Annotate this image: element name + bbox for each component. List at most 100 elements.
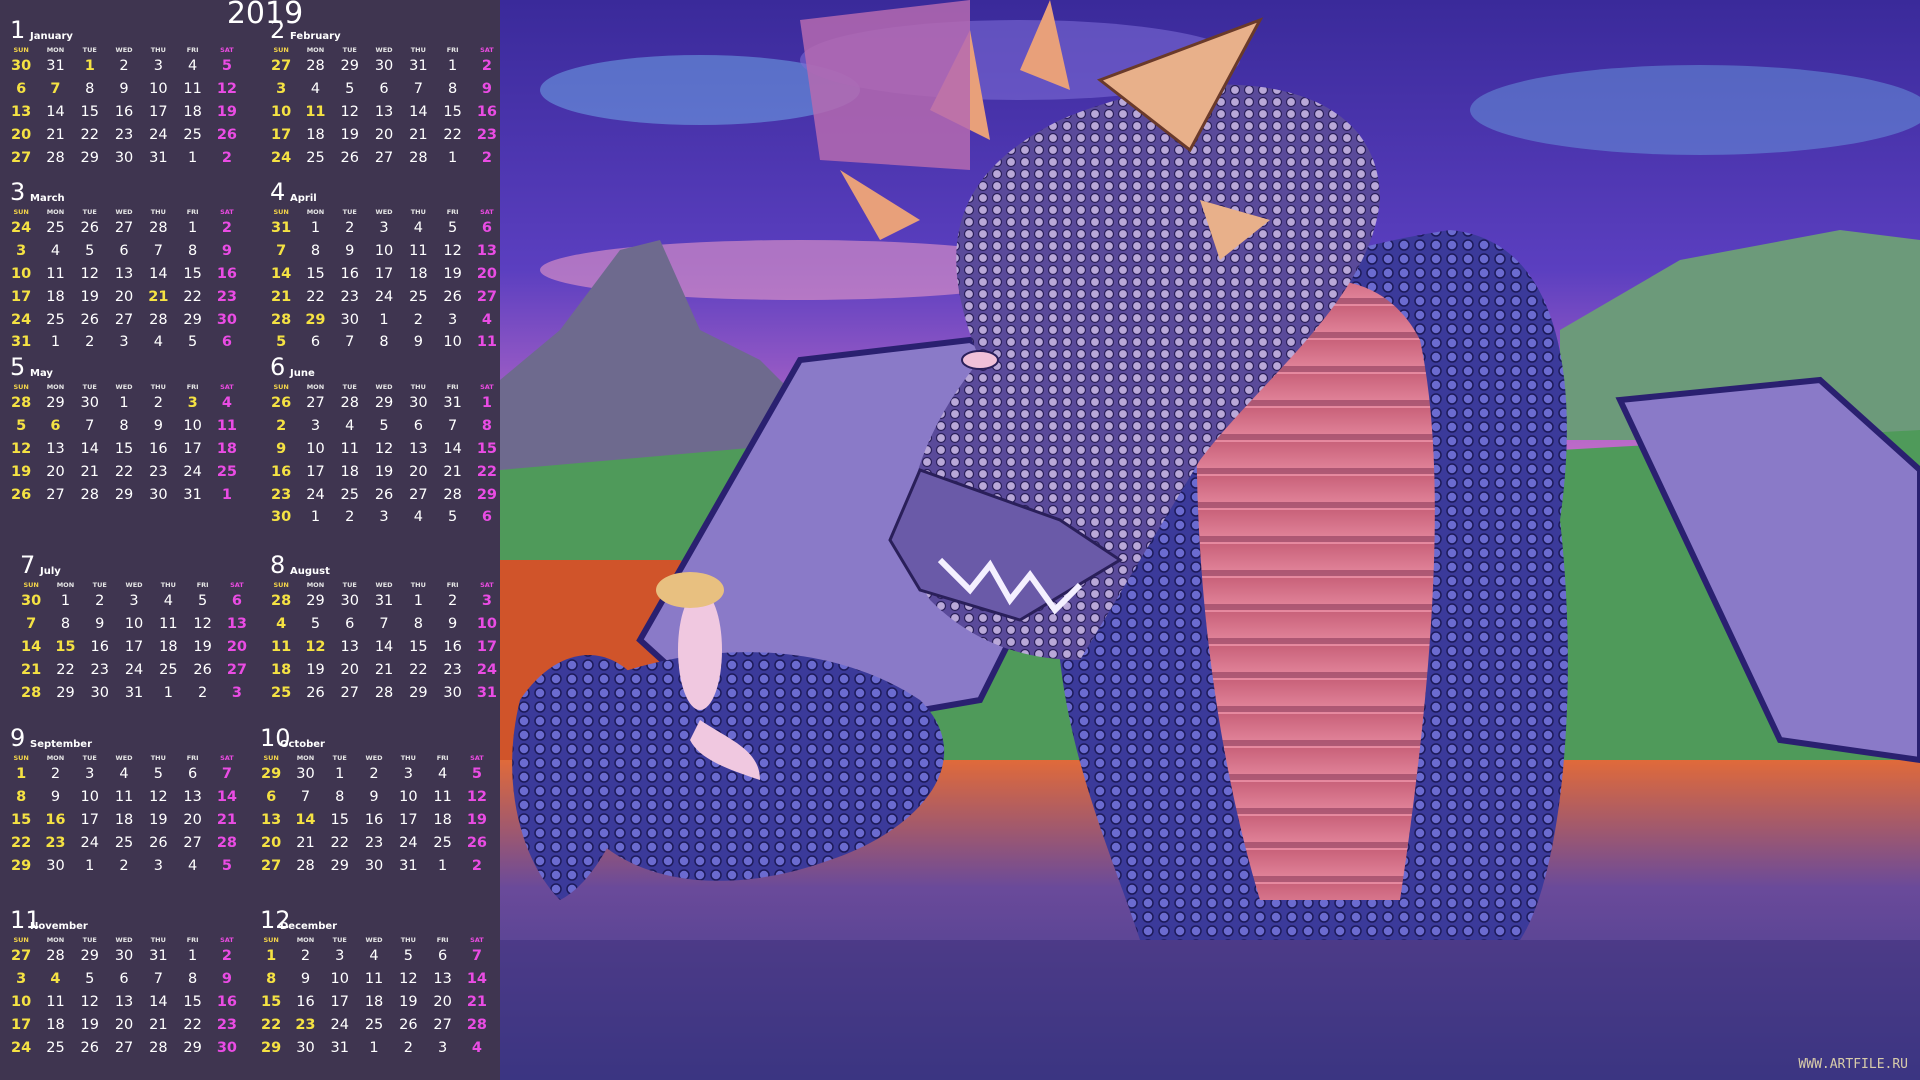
day-cell: 5 [403, 948, 413, 964]
weekday-label: SUN [13, 754, 29, 762]
day-cell: 17 [476, 638, 498, 655]
day-cell: 29 [11, 857, 32, 874]
day-cell: 31 [399, 857, 418, 874]
day-cell: 27 [271, 58, 292, 74]
month-header: 3 March [0, 179, 248, 207]
month-january: 1 January SUN MON TUE WED THU FRI SAT 30 31 1 2 3 4 5 6 7… [0, 17, 248, 169]
day-cell: 21 [443, 463, 462, 480]
day-cell: 15 [409, 638, 428, 655]
day-cell: 30 [90, 684, 109, 701]
days-grid: 26 27 28 29 30 31 1 2 3 4 5 6 7 8 9 10 11 12 13 14 15 16 17 18 1… [264, 392, 508, 529]
day-cell: 2 [119, 58, 129, 74]
day-cell: 24 [11, 1039, 32, 1056]
day-cell: 5 [310, 615, 321, 632]
day-cell: 2 [448, 593, 458, 609]
weekday-label: TUE [82, 754, 97, 762]
day-cell: 27 [476, 288, 498, 305]
day-cell: 19 [466, 811, 488, 828]
day-cell: 24 [11, 220, 32, 236]
day-cell: 14 [21, 638, 42, 655]
day-cell: 16 [216, 265, 238, 282]
day-cell: 5 [85, 970, 95, 987]
weekday-header: SUN MON TUE WED THU FRI SAT [264, 382, 508, 392]
day-cell: 4 [413, 220, 423, 236]
weekday-label: WED [115, 383, 133, 391]
day-cell: 29 [409, 684, 428, 701]
weekday-label: FRI [186, 754, 199, 762]
day-cell: 4 [163, 593, 173, 609]
day-cell: 2 [95, 593, 105, 609]
day-cell: 16 [216, 993, 238, 1010]
day-cell: 1 [188, 948, 198, 964]
day-cell: 25 [409, 288, 428, 305]
day-cell: 24 [330, 1016, 349, 1033]
day-cell: 28 [306, 58, 325, 74]
day-cell: 26 [80, 311, 99, 328]
day-cell: 23 [364, 834, 384, 851]
day-cell: 18 [409, 265, 428, 282]
day-cell: 20 [374, 126, 394, 143]
weekday-label: SAT [220, 208, 234, 216]
day-cell: 3 [187, 395, 198, 411]
day-cell: 30 [296, 1039, 315, 1056]
day-cell: 28 [80, 486, 99, 503]
month-october: 10 October SUN MON TUE WED THU FRI SAT 29 30 1 2 3 4 5 6… [250, 725, 498, 877]
month-name: May [30, 368, 53, 379]
day-cell: 4 [188, 58, 198, 74]
day-cell: 4 [310, 80, 321, 97]
day-cell: 27 [409, 486, 428, 503]
weekday-label: FRI [436, 754, 449, 762]
day-cell: 5 [471, 766, 482, 782]
day-cell: 23 [295, 1016, 316, 1033]
weekday-label: FRI [446, 208, 459, 216]
day-cell: 2 [198, 684, 208, 701]
day-cell: 13 [114, 993, 134, 1010]
day-cell: 1 [188, 149, 198, 166]
month-header: 5 May [0, 354, 248, 382]
day-cell: 11 [271, 638, 292, 655]
day-cell: 4 [369, 948, 379, 964]
day-cell: 29 [80, 149, 99, 166]
day-cell: 26 [11, 486, 32, 503]
day-cell: 2 [403, 1039, 413, 1056]
month-july: 7 July SUN MON TUE WED THU FRI SAT 30 1 2 3 4 5 6 7 8 9 10 1… [10, 552, 258, 704]
day-cell: 23 [476, 126, 498, 143]
day-cell: 27 [11, 948, 32, 964]
day-cell: 29 [261, 766, 282, 782]
day-cell: 4 [221, 395, 232, 411]
day-cell: 7 [153, 970, 163, 987]
days-grid: 31 1 2 3 4 5 6 7 8 9 10 11 12 13 14 15 16 17 18 19 20 21 22 23 2… [264, 217, 508, 354]
day-cell: 28 [340, 395, 359, 411]
day-cell: 12 [305, 638, 326, 655]
weekday-label: MON [46, 46, 65, 54]
day-cell: 2 [153, 395, 163, 411]
day-cell: 3 [119, 334, 129, 351]
day-cell: 28 [271, 311, 292, 328]
day-cell: 27 [114, 220, 134, 236]
day-cell: 15 [11, 811, 32, 828]
day-cell: 6 [221, 334, 232, 351]
day-cell: 16 [296, 993, 315, 1010]
day-cell: 13 [409, 440, 428, 457]
day-cell: 30 [216, 1039, 238, 1056]
day-cell: 14 [149, 993, 168, 1010]
day-cell: 16 [364, 811, 384, 828]
day-cell: 22 [114, 463, 134, 480]
day-cell: 2 [221, 149, 232, 166]
day-cell: 3 [379, 220, 389, 236]
day-cell: 4 [119, 766, 129, 782]
day-cell: 19 [80, 288, 99, 305]
weekday-label: SAT [480, 208, 494, 216]
weekday-label: WED [375, 581, 393, 589]
weekday-label: TUE [342, 383, 357, 391]
day-cell: 4 [276, 615, 287, 632]
day-cell: 23 [90, 661, 109, 678]
day-cell: 19 [443, 265, 462, 282]
day-cell: 2 [221, 948, 232, 964]
day-cell: 7 [26, 615, 37, 632]
month-name: March [30, 193, 65, 204]
weekday-label: SAT [220, 754, 234, 762]
day-cell: 10 [306, 440, 325, 457]
month-number: 6 [270, 353, 286, 381]
day-cell: 1 [266, 948, 277, 964]
